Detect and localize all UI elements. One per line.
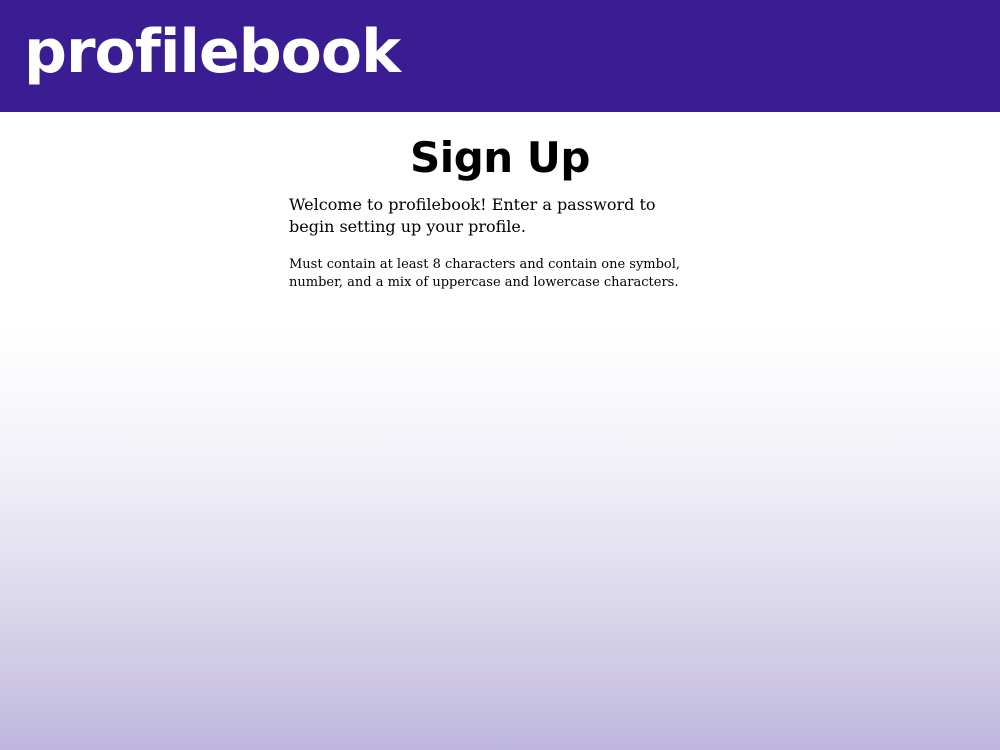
profilebook-logo: profilebook [24, 17, 401, 87]
password-requirements: Must contain at least 8 characters and c… [289, 257, 681, 290]
welcome-message: Welcome to profilebook! Enter a password… [289, 195, 656, 236]
signup-content: Sign Up Welcome to profilebook! Enter a … [289, 128, 719, 292]
top-header: profilebook [0, 0, 1000, 112]
page-title: Sign Up [410, 133, 590, 182]
